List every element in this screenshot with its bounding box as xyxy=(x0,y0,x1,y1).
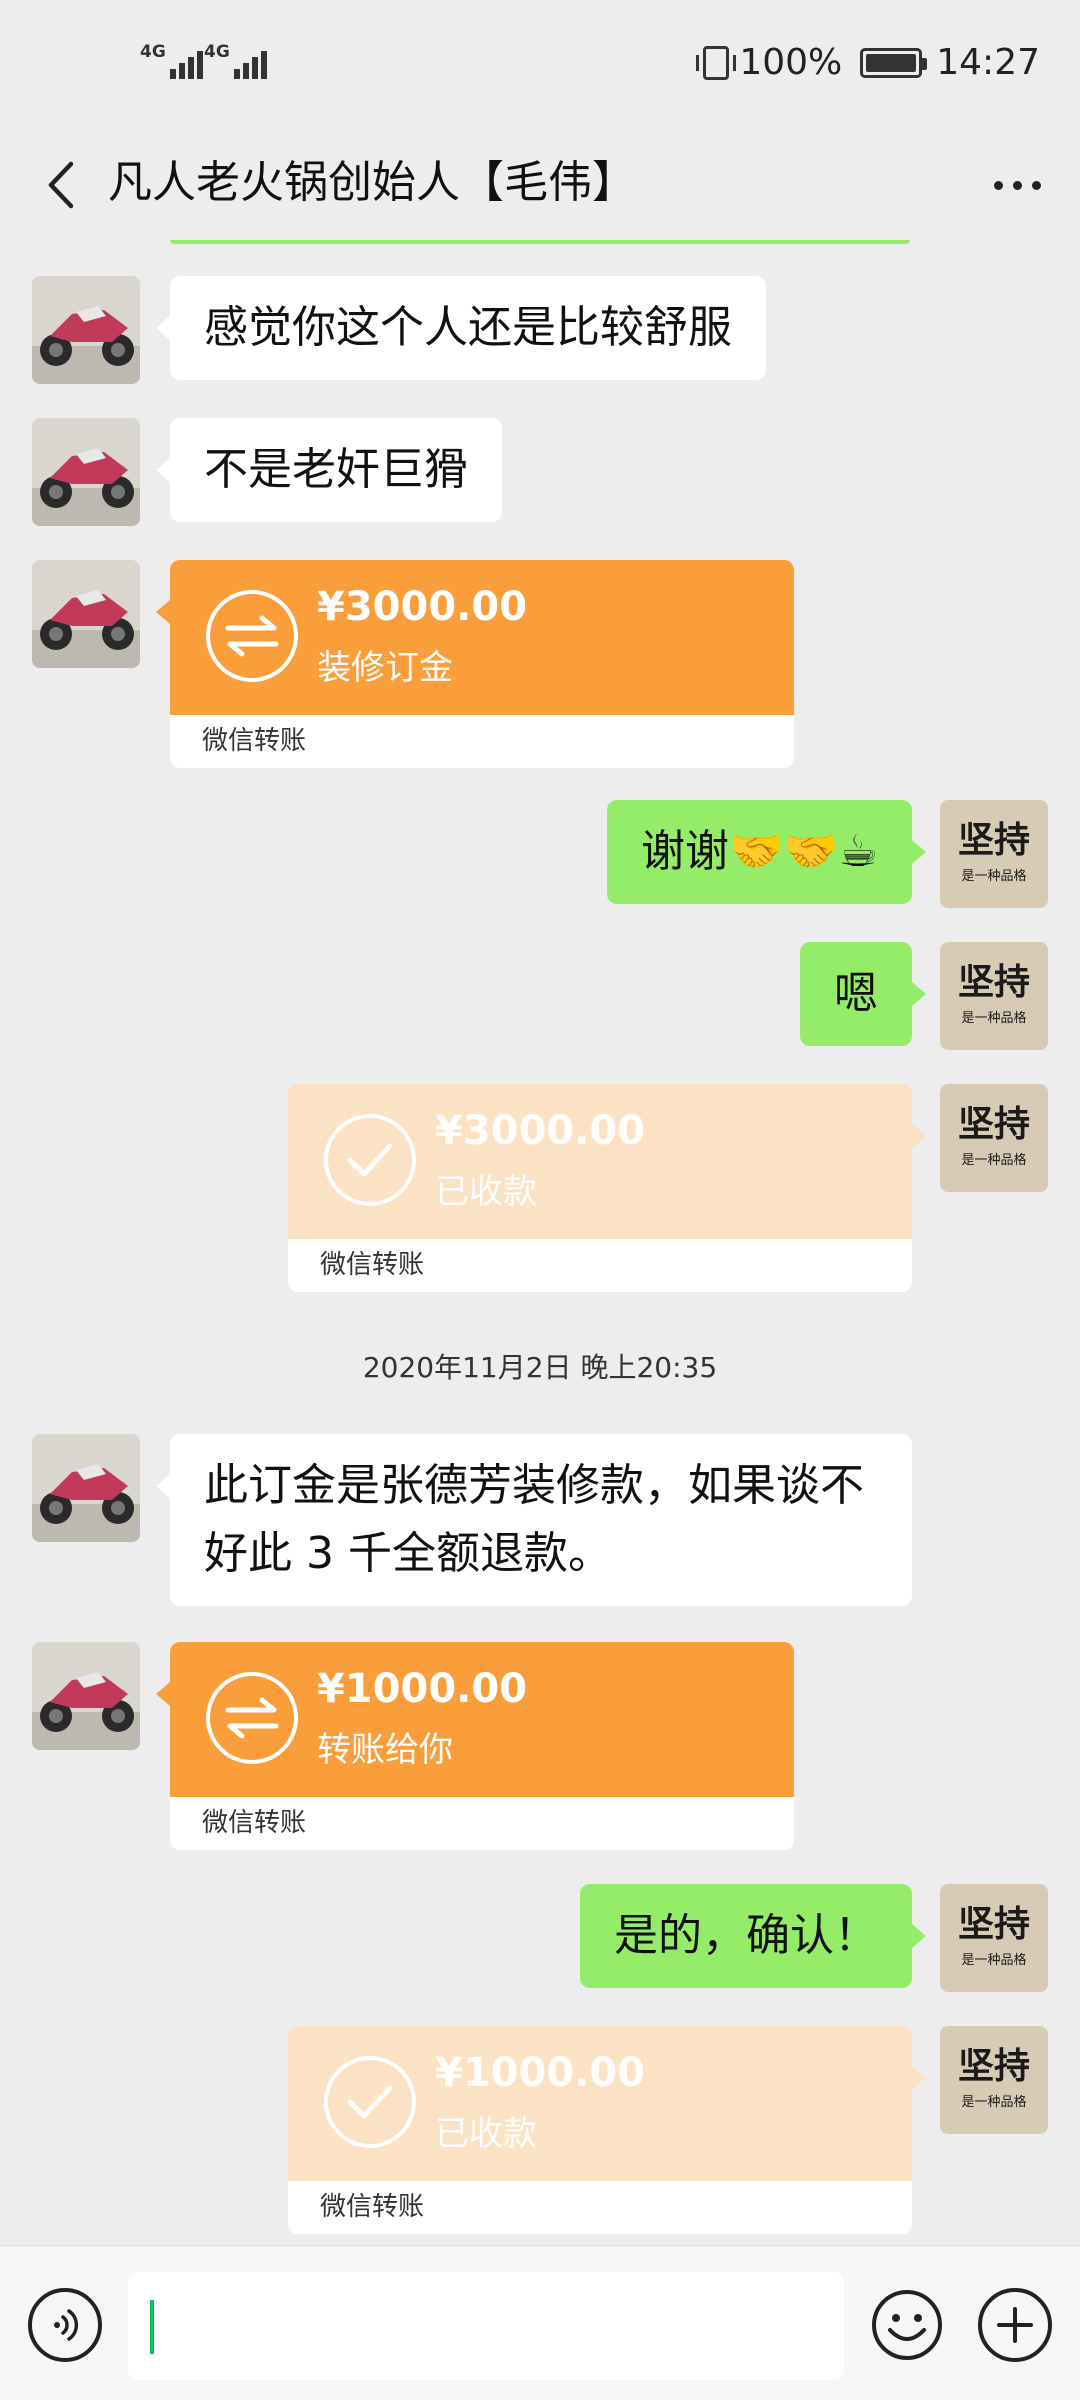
transfer-amount: ¥1000.00 xyxy=(317,1666,528,1712)
self-avatar[interactable]: 坚持 是一种品格 xyxy=(940,2026,1048,2134)
battery-icon xyxy=(860,47,928,78)
message-bubble[interactable]: 此订金是张德芳装修款，如果谈不好此 3 千全额退款。 xyxy=(156,1434,912,1606)
transfer-note: 已收款 xyxy=(435,1172,537,1212)
dot-icon xyxy=(993,180,1003,190)
smiley-icon xyxy=(872,2290,942,2360)
transfer-footer: 微信转账 xyxy=(288,1239,912,1292)
transfer-amount: ¥3000.00 xyxy=(435,1108,646,1154)
contact-avatar[interactable] xyxy=(32,1434,140,1542)
svg-text:坚持: 坚持 xyxy=(958,820,1030,861)
motorcycle-avatar-icon xyxy=(32,560,140,668)
transfer-footer: 微信转账 xyxy=(170,1797,794,1850)
dot-icon xyxy=(1031,180,1041,190)
contact-avatar[interactable] xyxy=(32,560,140,668)
more-functions-button[interactable] xyxy=(978,2288,1052,2362)
previous-message-edge xyxy=(170,240,910,244)
message-bubble[interactable]: 嗯 xyxy=(800,942,926,1046)
contact-avatar[interactable] xyxy=(32,1642,140,1750)
battery-percent: 100% xyxy=(739,42,843,83)
status-bar: 4G 4G 100% 14:27 xyxy=(0,0,1080,130)
message-list[interactable]: 感觉你这个人还是比较舒服 不是老奸巨猾 ¥3000.00 装修订金 微信转账 坚… xyxy=(0,240,1080,2245)
text-cursor xyxy=(150,2300,154,2354)
svg-text:坚持: 坚持 xyxy=(958,2046,1030,2087)
svg-text:是一种品格: 是一种品格 xyxy=(961,2094,1026,2110)
svg-text:是一种品格: 是一种品格 xyxy=(961,868,1026,884)
plus-icon xyxy=(997,2307,1033,2343)
transfer-card[interactable]: ¥1000.00 转账给你 微信转账 xyxy=(156,1642,794,1850)
timestamp: 2020年11月2日 晚上20:35 xyxy=(362,1351,718,1384)
voice-button[interactable] xyxy=(28,2288,102,2362)
message-text: 谢谢🤝🤝☕ xyxy=(640,826,878,877)
voice-icon xyxy=(54,2309,79,2341)
chat-title: 凡人老火锅创始人【毛伟】 xyxy=(108,157,636,208)
message-bubble[interactable]: 谢谢🤝🤝☕ xyxy=(606,800,927,904)
transfer-footer: 微信转账 xyxy=(170,715,794,768)
contact-avatar[interactable] xyxy=(32,276,140,384)
network-type: 4G xyxy=(140,42,166,62)
transfer-amount: ¥3000.00 xyxy=(317,584,528,630)
back-button[interactable] xyxy=(30,150,90,220)
svg-text:是一种品格: 是一种品格 xyxy=(961,1152,1026,1168)
transfer-footer: 微信转账 xyxy=(288,2181,912,2234)
transfer-note: 已收款 xyxy=(435,2114,537,2154)
self-avatar[interactable]: 坚持 是一种品格 xyxy=(940,800,1048,908)
message-text: 感觉你这个人还是比较舒服 xyxy=(204,302,732,353)
message-input[interactable] xyxy=(128,2272,844,2380)
self-avatar[interactable]: 坚持 是一种品格 xyxy=(940,1084,1048,1192)
motorcycle-avatar-icon xyxy=(32,276,140,384)
message-text: 此订金是张德芳装修款，如果谈不好此 3 千全额退款。 xyxy=(204,1460,864,1579)
message-text: 是的，确认！ xyxy=(614,1910,878,1961)
chat-header: 凡人老火锅创始人【毛伟】 xyxy=(0,130,1080,240)
transfer-card-received[interactable]: ¥3000.00 已收款 微信转账 xyxy=(288,1084,926,1292)
emoji-button[interactable] xyxy=(870,2288,944,2362)
message-text: 嗯 xyxy=(834,968,878,1019)
svg-text:坚持: 坚持 xyxy=(958,962,1030,1003)
self-avatar-image: 坚持 是一种品格 xyxy=(940,942,1048,1050)
self-avatar-image: 坚持 是一种品格 xyxy=(940,1084,1048,1192)
input-bar xyxy=(0,2245,1080,2400)
motorcycle-avatar-icon xyxy=(32,418,140,526)
message-bubble[interactable]: 是的，确认！ xyxy=(580,1884,926,1988)
transfer-note: 装修订金 xyxy=(317,648,453,688)
transfer-arrows-icon xyxy=(206,1672,298,1764)
svg-text:是一种品格: 是一种品格 xyxy=(961,1952,1026,1968)
self-avatar-image: 坚持 是一种品格 xyxy=(940,2026,1048,2134)
clock: 14:27 xyxy=(936,42,1040,83)
svg-text:坚持: 坚持 xyxy=(958,1104,1030,1145)
self-avatar[interactable]: 坚持 是一种品格 xyxy=(940,1884,1048,1992)
message-bubble[interactable]: 感觉你这个人还是比较舒服 xyxy=(156,276,766,380)
vibrate-icon xyxy=(696,45,737,80)
network-type-2: 4G xyxy=(204,42,230,62)
self-avatar-image: 坚持 是一种品格 xyxy=(940,1884,1048,1992)
self-avatar[interactable]: 坚持 是一种品格 xyxy=(940,942,1048,1050)
svg-text:坚持: 坚持 xyxy=(958,1904,1030,1945)
message-bubble[interactable]: 不是老奸巨猾 xyxy=(156,418,502,522)
check-circle-icon xyxy=(324,2056,416,2148)
transfer-card[interactable]: ¥3000.00 装修订金 微信转账 xyxy=(156,560,794,768)
transfer-arrows-icon xyxy=(206,590,298,682)
dot-icon xyxy=(1012,180,1022,190)
more-options-button[interactable] xyxy=(982,150,1052,220)
transfer-card-received[interactable]: ¥1000.00 已收款 微信转账 xyxy=(288,2026,926,2234)
signal-icon-2: 4G xyxy=(204,44,270,79)
chevron-left-icon xyxy=(48,161,74,209)
transfer-note: 转账给你 xyxy=(317,1730,453,1770)
message-text: 不是老奸巨猾 xyxy=(204,444,468,495)
motorcycle-avatar-icon xyxy=(32,1642,140,1750)
self-avatar-image: 坚持 是一种品格 xyxy=(940,800,1048,908)
transfer-amount: ¥1000.00 xyxy=(435,2050,646,2096)
check-circle-icon xyxy=(324,1114,416,1206)
motorcycle-avatar-icon xyxy=(32,1434,140,1542)
signal-icon: 4G xyxy=(140,44,206,79)
contact-avatar[interactable] xyxy=(32,418,140,526)
svg-text:是一种品格: 是一种品格 xyxy=(961,1010,1026,1026)
